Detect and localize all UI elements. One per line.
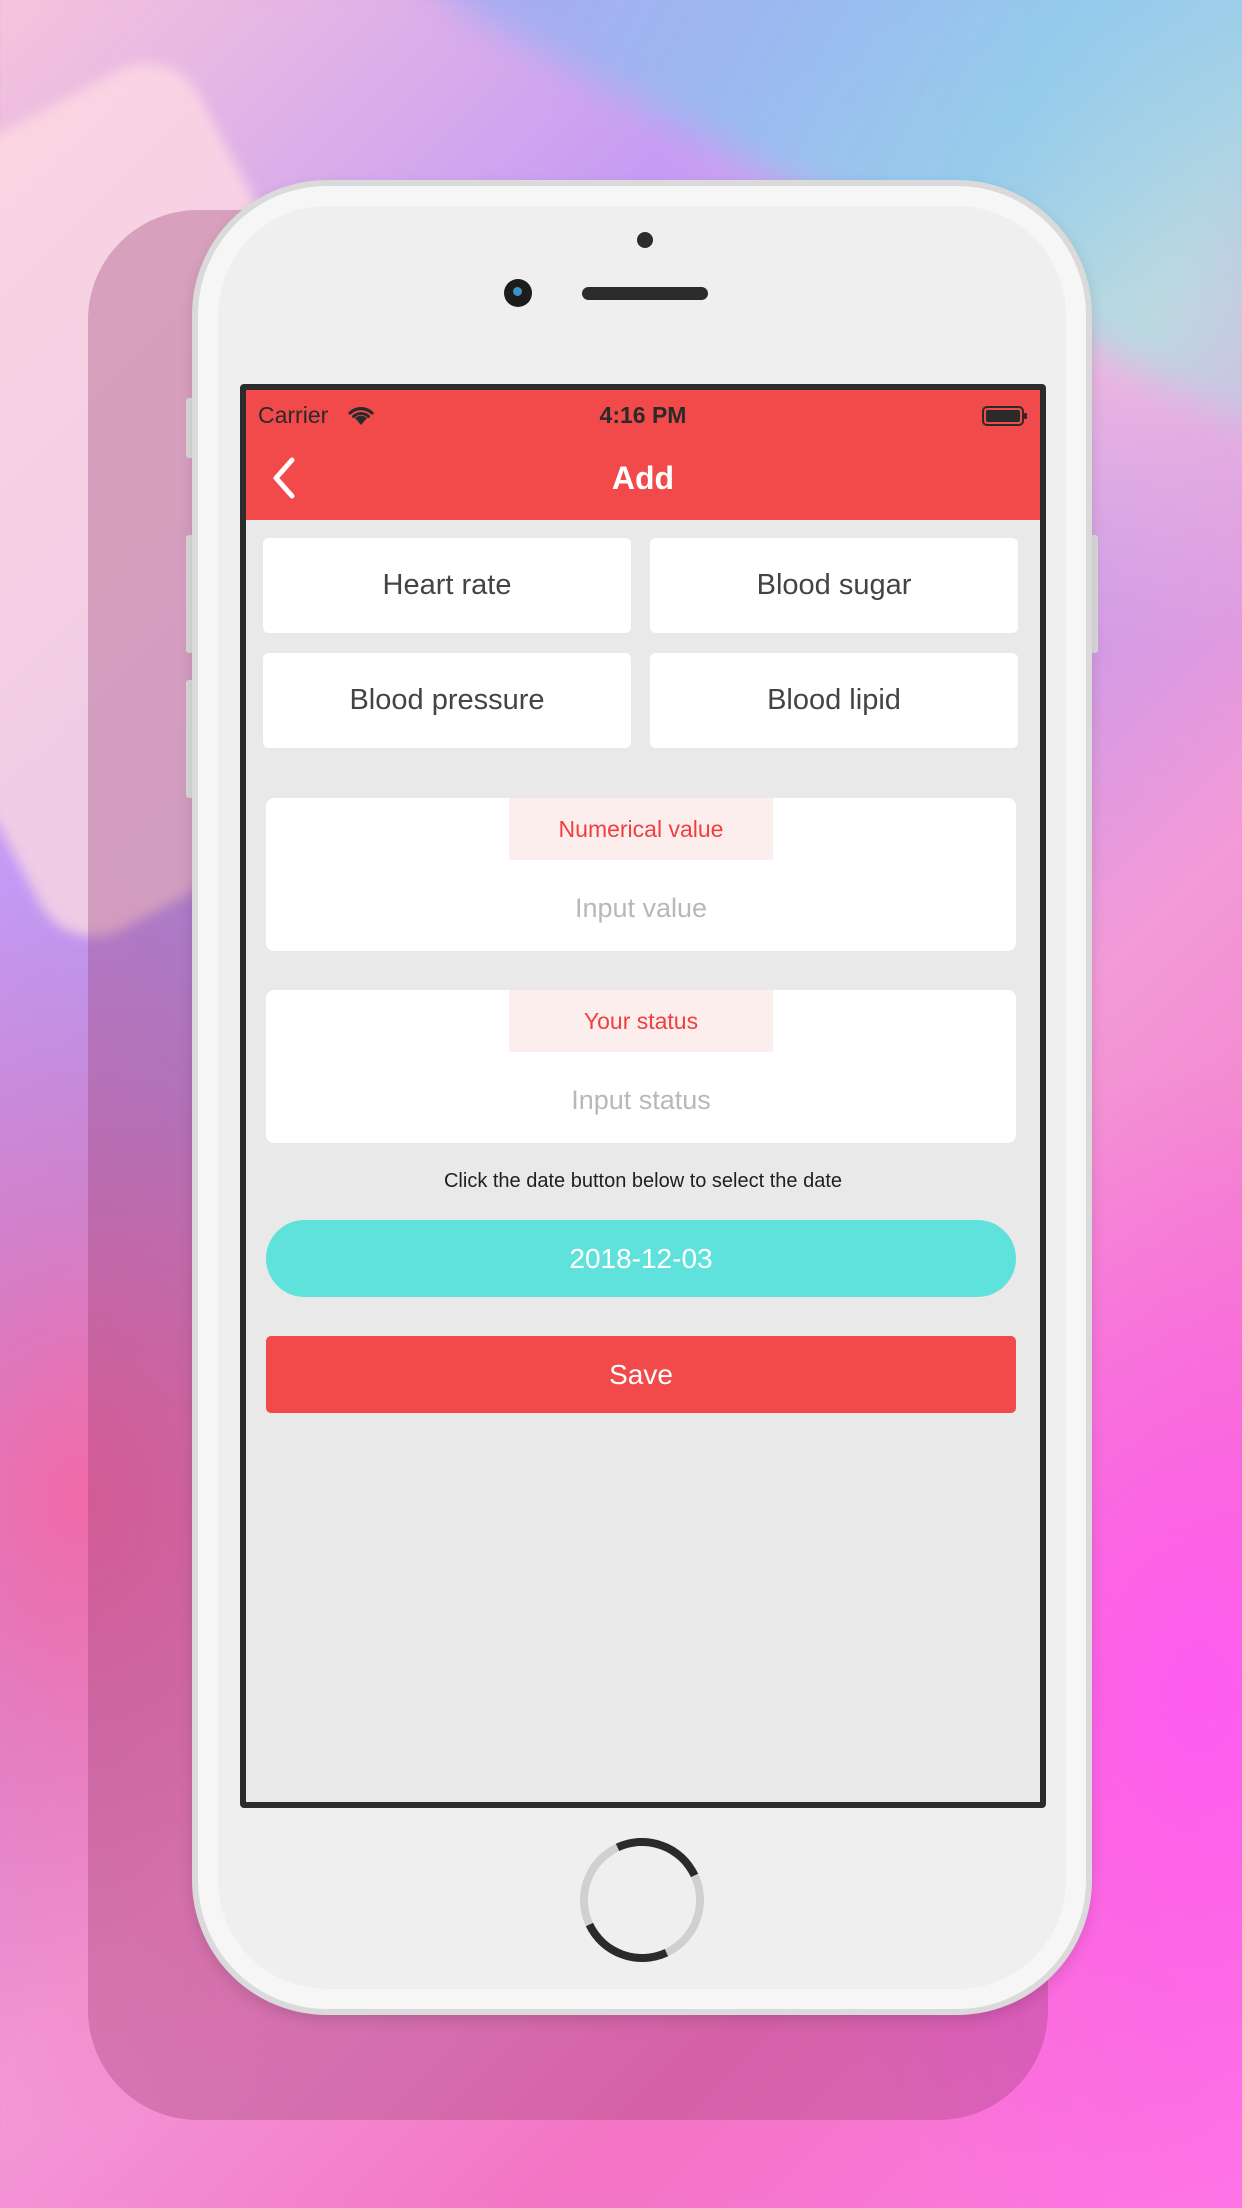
clock: 4:16 PM xyxy=(599,402,687,428)
date-hint: Click the date button below to select th… xyxy=(443,1170,843,1192)
status-card: Your status xyxy=(266,990,1016,1143)
type-button-blood-lipid[interactable]: Blood lipid xyxy=(650,653,1018,748)
status-input[interactable] xyxy=(266,1070,1016,1130)
page-title: Add xyxy=(611,460,675,496)
battery-icon xyxy=(982,406,1027,426)
type-button-heart-rate[interactable]: Heart rate xyxy=(263,538,631,633)
front-camera-icon xyxy=(504,279,532,307)
type-button-blood-sugar[interactable]: Blood sugar xyxy=(650,538,1018,633)
value-input[interactable] xyxy=(266,878,1016,938)
date-button[interactable]: 2018-12-03 xyxy=(266,1220,1016,1297)
status-bar: Carrier 4:16 PM xyxy=(246,390,1040,440)
type-button-blood-pressure[interactable]: Blood pressure xyxy=(263,653,631,748)
earpiece-speaker xyxy=(582,287,708,300)
numerical-value-label: Numerical value xyxy=(509,798,773,860)
app-screen: Carrier 4:16 PM Add Heart rate Blood sug… xyxy=(240,384,1046,1808)
nav-header: Carrier 4:16 PM Add xyxy=(246,390,1040,520)
status-label: Your status xyxy=(509,990,773,1052)
proximity-sensor xyxy=(637,232,653,248)
save-button[interactable]: Save xyxy=(266,1336,1016,1413)
numerical-value-card: Numerical value xyxy=(266,798,1016,951)
